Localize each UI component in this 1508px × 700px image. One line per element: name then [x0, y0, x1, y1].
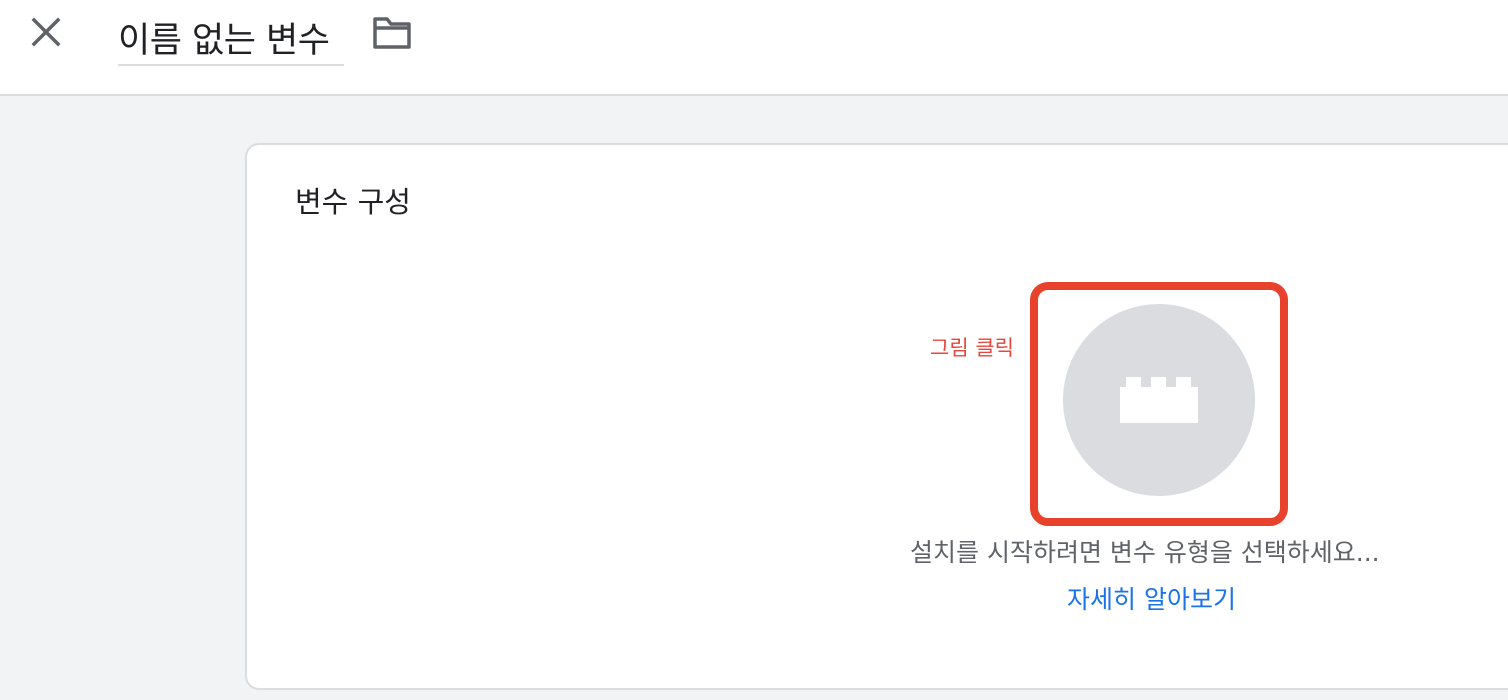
hint-text: 설치를 시작하려면 변수 유형을 선택하세요...	[910, 538, 1380, 567]
close-icon	[31, 17, 61, 47]
variable-name-field[interactable]: 이름 없는 변수	[118, 8, 344, 66]
learn-more-link[interactable]: 자세히 알아보기	[1067, 580, 1236, 616]
folder-button[interactable]	[370, 14, 414, 52]
top-bar: 이름 없는 변수	[0, 0, 1508, 96]
card-title: 변수 구성	[295, 185, 411, 219]
close-button[interactable]	[26, 12, 66, 52]
annotation-label: 그림 클릭	[930, 336, 1014, 360]
variable-config-card: 변수 구성	[245, 143, 1508, 690]
folder-icon	[373, 17, 411, 49]
lego-brick-icon	[1120, 377, 1198, 423]
variable-name-title: 이름 없는 변수	[118, 21, 330, 61]
variable-type-selector[interactable]	[1063, 304, 1255, 496]
